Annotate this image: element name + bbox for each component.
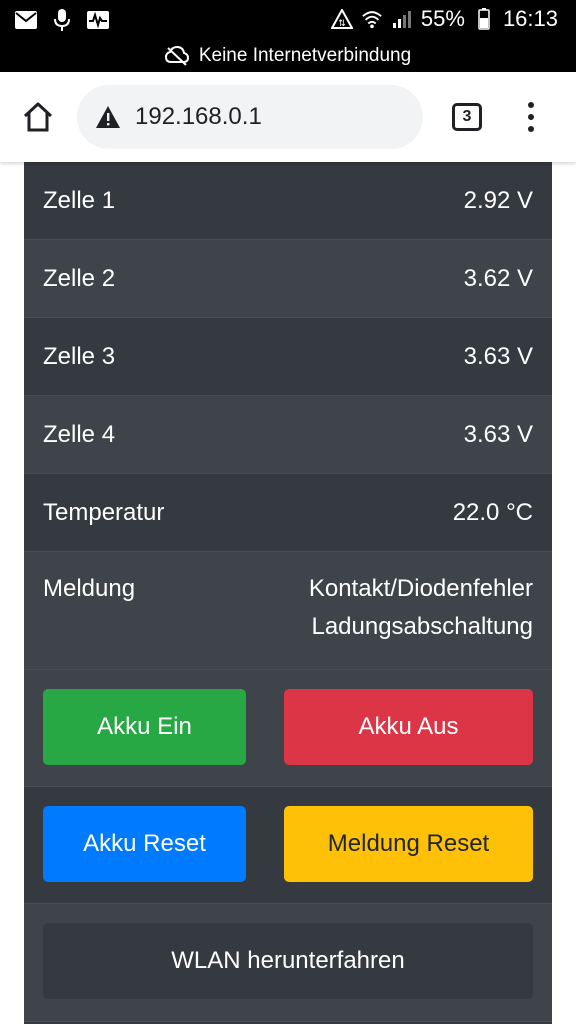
table-row: Zelle 2 3.62 V	[24, 240, 552, 318]
wifi-icon	[361, 7, 383, 31]
button-row-wlan: WLAN herunterfahren	[24, 904, 552, 1022]
browser-toolbar: 192.168.0.1 3	[0, 72, 576, 162]
tab-count: 3	[462, 108, 472, 125]
table-row: Zelle 3 3.63 V	[24, 318, 552, 396]
battery-percent: 55%	[420, 6, 465, 31]
table-row: Zelle 1 2.92 V	[24, 162, 552, 240]
wlan-shutdown-button[interactable]: WLAN herunterfahren	[43, 923, 533, 999]
akku-ein-button[interactable]: Akku Ein	[43, 689, 246, 765]
url-text: 192.168.0.1	[135, 103, 262, 130]
row-label: Temperatur	[43, 498, 165, 526]
svg-text:⇅: ⇅	[338, 19, 346, 29]
message-value: Kontakt/Diodenfehler Ladungsabschaltung	[309, 570, 533, 669]
row-value: 3.63 V	[463, 342, 533, 370]
web-page: Zelle 1 2.92 V Zelle 2 3.62 V Zelle 3 3.…	[0, 162, 576, 1024]
status-panel: Zelle 1 2.92 V Zelle 2 3.62 V Zelle 3 3.…	[24, 162, 552, 1024]
row-label: Zelle 3	[43, 342, 116, 370]
battery-icon	[473, 7, 495, 31]
activity-icon	[86, 8, 110, 32]
row-label: Zelle 2	[43, 264, 116, 292]
table-row: Temperatur 22.0 °C	[24, 474, 552, 552]
message-line: Ladungsabschaltung	[311, 613, 533, 640]
button-row-power: Akku Ein Akku Aus	[24, 670, 552, 787]
address-bar[interactable]: 192.168.0.1	[77, 85, 423, 149]
row-label: Zelle 4	[43, 420, 116, 448]
signal-icon	[391, 7, 413, 31]
row-value: 3.62 V	[463, 264, 533, 292]
offline-banner: Keine Internetverbindung	[0, 40, 576, 72]
warning-icon[interactable]	[95, 105, 121, 129]
tabs-icon[interactable]: 3	[452, 103, 482, 131]
status-bar: ⇅ 55% 16:13	[0, 0, 576, 40]
row-label: Zelle 1	[43, 186, 116, 214]
akku-reset-button[interactable]: Akku Reset	[43, 806, 246, 882]
home-icon[interactable]	[18, 97, 58, 137]
meldung-reset-button[interactable]: Meldung Reset	[284, 806, 533, 882]
button-row-reset: Akku Reset Meldung Reset	[24, 787, 552, 904]
data-saver-icon: ⇅	[330, 7, 353, 31]
offline-text: Keine Internetverbindung	[198, 45, 412, 66]
akku-aus-button[interactable]: Akku Aus	[284, 689, 533, 765]
more-vert-icon[interactable]	[520, 99, 542, 135]
row-value: 2.92 V	[463, 186, 533, 214]
message-row: Meldung Kontakt/Diodenfehler Ladungsabsc…	[24, 552, 552, 670]
table-row: Zelle 4 3.63 V	[24, 396, 552, 474]
row-value: 22.0 °C	[452, 498, 533, 526]
cloud-off-icon	[164, 46, 189, 66]
message-line: Kontakt/Diodenfehler	[308, 575, 533, 602]
mail-icon	[14, 8, 38, 32]
message-label: Meldung	[43, 575, 136, 602]
clock: 16:13	[502, 6, 558, 31]
row-value: 3.63 V	[463, 420, 533, 448]
microphone-icon	[50, 8, 74, 32]
